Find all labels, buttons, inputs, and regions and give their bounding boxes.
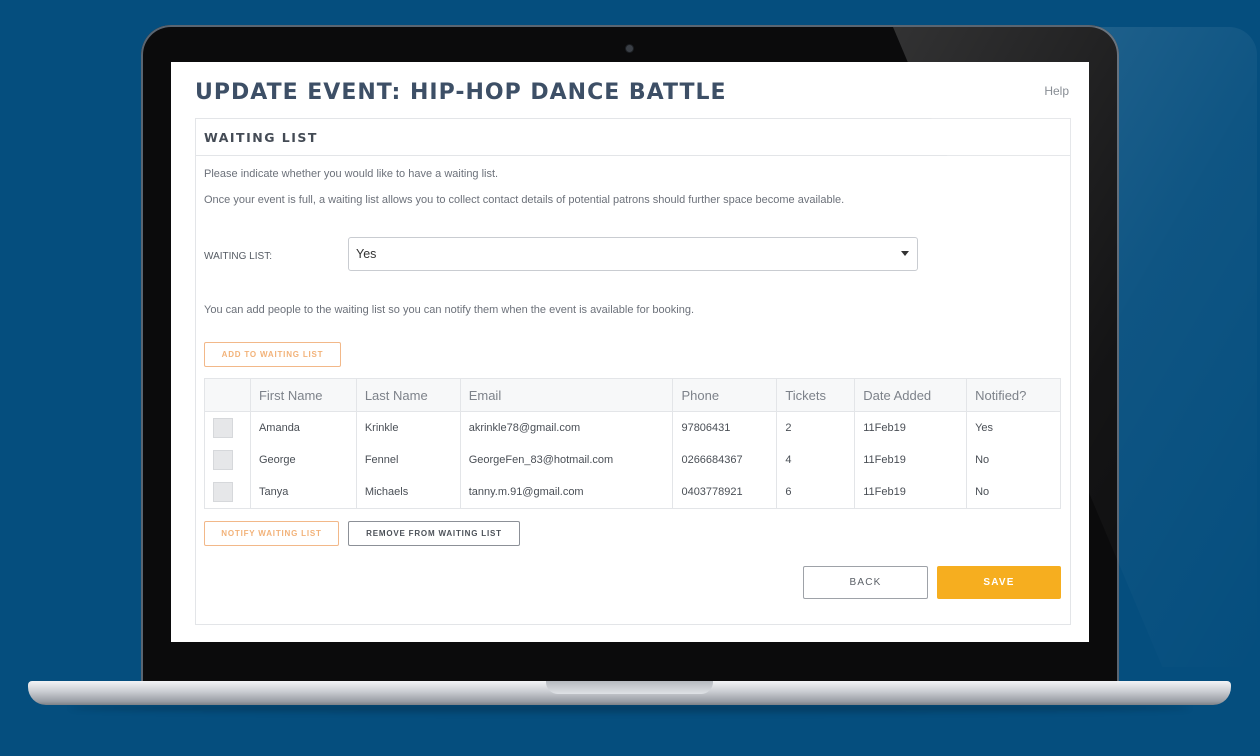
- table-row: Tanya Michaels tanny.m.91@gmail.com 0403…: [204, 476, 1061, 509]
- tickets-cell: 6: [776, 476, 856, 509]
- notified-header[interactable]: Notified?: [966, 378, 1061, 412]
- first-name-header[interactable]: First Name: [249, 378, 357, 412]
- first-name-cell: George: [249, 444, 357, 476]
- first-name-cell: Amanda: [249, 411, 357, 444]
- first-name-cell: Tanya: [249, 476, 357, 509]
- notified-cell: No: [966, 476, 1061, 509]
- waiting-list-table: First Name Last Name Email Phone Tickets…: [204, 378, 1061, 509]
- waiting-list-select[interactable]: Yes: [348, 237, 918, 271]
- row-checkbox-cell: [204, 476, 251, 509]
- tickets-header[interactable]: Tickets: [776, 378, 856, 412]
- last-name-cell: Michaels: [355, 476, 461, 509]
- back-button[interactable]: BACK: [803, 566, 928, 599]
- select-column-header: [204, 378, 251, 412]
- caret-down-icon: [901, 251, 909, 256]
- tickets-cell: 4: [776, 444, 856, 476]
- row-checkbox[interactable]: [213, 418, 233, 438]
- phone-cell: 97806431: [672, 411, 778, 444]
- date-added-cell: 11Feb19: [854, 411, 968, 444]
- remove-from-waiting-list-button[interactable]: REMOVE FROM WAITING LIST: [348, 521, 520, 546]
- help-link[interactable]: Help: [1044, 84, 1069, 98]
- email-cell: GeorgeFen_83@hotmail.com: [459, 444, 674, 476]
- row-checkbox-cell: [204, 411, 251, 444]
- panel-header: WAITING LIST: [196, 119, 1070, 156]
- table-row: Amanda Krinkle akrinkle78@gmail.com 9780…: [204, 411, 1061, 444]
- notified-cell: Yes: [966, 411, 1061, 444]
- page-title: UPDATE EVENT: HIP-HOP DANCE BATTLE: [195, 80, 727, 105]
- save-button[interactable]: SAVE: [937, 566, 1061, 599]
- intro-text-1: Please indicate whether you would like t…: [204, 168, 499, 180]
- table-header-row: First Name Last Name Email Phone Tickets…: [204, 378, 1061, 412]
- notified-cell: No: [966, 444, 1061, 476]
- row-checkbox-cell: [204, 444, 251, 476]
- date-added-cell: 11Feb19: [854, 476, 968, 509]
- waiting-list-label: WAITING LIST:: [204, 251, 272, 262]
- add-to-waiting-list-button[interactable]: ADD TO WAITING LIST: [204, 342, 341, 367]
- phone-header[interactable]: Phone: [672, 378, 778, 412]
- date-added-header[interactable]: Date Added: [854, 378, 968, 412]
- date-added-cell: 11Feb19: [854, 444, 968, 476]
- select-value: Yes: [356, 247, 377, 261]
- row-checkbox[interactable]: [213, 450, 233, 470]
- table-row: George Fennel GeorgeFen_83@hotmail.com 0…: [204, 444, 1061, 476]
- waiting-list-panel: WAITING LIST Please indicate whether you…: [195, 118, 1071, 625]
- phone-cell: 0266684367: [672, 444, 778, 476]
- laptop-notch: [546, 681, 713, 694]
- intro-text-2: Once your event is full, a waiting list …: [204, 194, 845, 206]
- screen: UPDATE EVENT: HIP-HOP DANCE BATTLE Help …: [171, 62, 1089, 642]
- row-checkbox[interactable]: [213, 482, 233, 502]
- last-name-cell: Fennel: [355, 444, 461, 476]
- email-cell: tanny.m.91@gmail.com: [459, 476, 674, 509]
- add-people-text: You can add people to the waiting list s…: [204, 304, 695, 316]
- tickets-cell: 2: [776, 411, 856, 444]
- email-header[interactable]: Email: [459, 378, 674, 412]
- email-cell: akrinkle78@gmail.com: [459, 411, 674, 444]
- notify-waiting-list-button[interactable]: NOTIFY WAITING LIST: [204, 521, 339, 546]
- last-name-cell: Krinkle: [355, 411, 461, 444]
- phone-cell: 0403778921: [672, 476, 778, 509]
- last-name-header[interactable]: Last Name: [355, 378, 461, 412]
- camera-icon: [626, 45, 633, 52]
